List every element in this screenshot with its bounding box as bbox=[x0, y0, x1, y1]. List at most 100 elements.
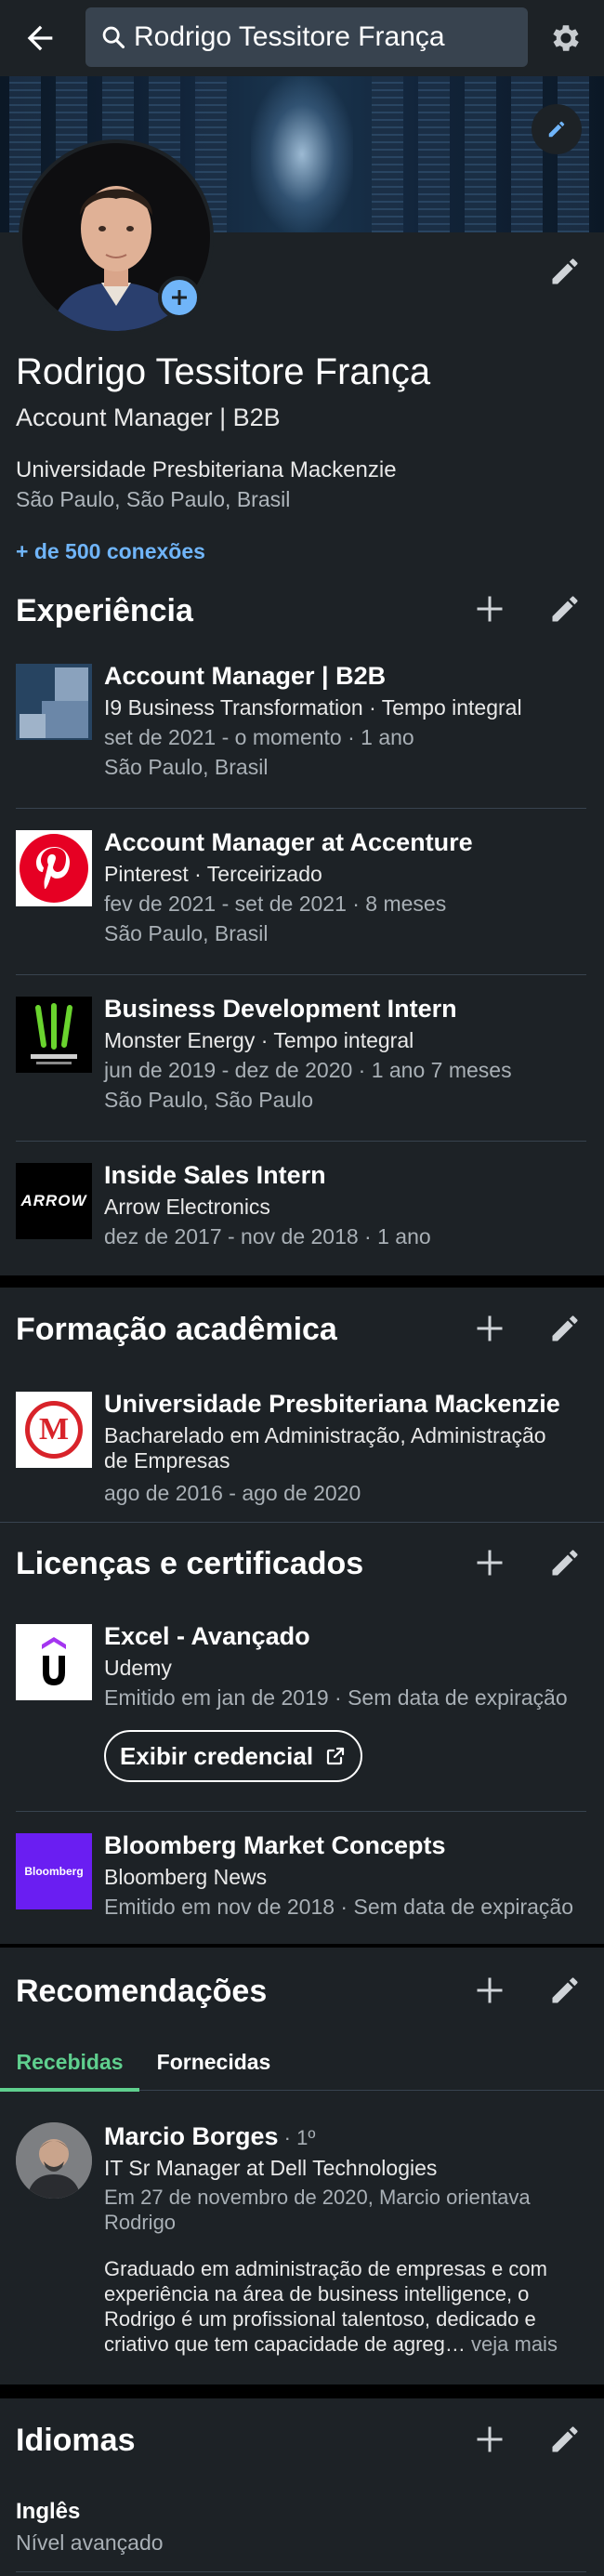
license-issuer: Bloomberg News bbox=[104, 1865, 268, 1889]
licenses-title: Licenças e certificados bbox=[16, 1546, 364, 1581]
plus-icon bbox=[172, 290, 187, 305]
education-degree: Bacharelado em Administração, Administra… bbox=[104, 1423, 546, 1447]
gear-icon bbox=[553, 25, 579, 51]
divider bbox=[16, 974, 586, 975]
see-more-link[interactable]: veja mais bbox=[466, 2332, 558, 2356]
education-dates: ago de 2016 - ago de 2020 bbox=[104, 1481, 361, 1505]
edit-education-button[interactable] bbox=[543, 1306, 587, 1351]
arrow-left-icon bbox=[27, 25, 53, 51]
edit-banner-button[interactable] bbox=[532, 104, 582, 154]
profile-name: Rodrigo Tessitore França bbox=[16, 351, 431, 392]
pencil-icon bbox=[552, 1550, 578, 1576]
recommender-name: Marcio Borges · 1º bbox=[104, 2122, 316, 2150]
plus-icon bbox=[477, 1550, 503, 1576]
pencil-icon bbox=[552, 258, 578, 284]
settings-button[interactable] bbox=[545, 17, 587, 59]
pencil-icon bbox=[548, 121, 565, 138]
recommendations-title: Recomendações bbox=[16, 1974, 268, 2009]
education-title: Formação acadêmica bbox=[16, 1312, 337, 1347]
profile-location: São Paulo, São Paulo, Brasil bbox=[16, 487, 291, 511]
plus-icon bbox=[477, 596, 503, 622]
experience-company: Arrow Electronics bbox=[104, 1195, 270, 1219]
tab-given[interactable]: Fornecidas bbox=[139, 2033, 288, 2091]
edit-licenses-button[interactable] bbox=[543, 1540, 587, 1585]
monster-logo bbox=[16, 997, 92, 1073]
pencil-icon bbox=[552, 1315, 578, 1341]
language-level: Nível avançado bbox=[16, 2530, 164, 2555]
pencil-icon bbox=[552, 1977, 578, 2003]
mackenzie-logo: M bbox=[16, 1392, 92, 1468]
experience-dates: fev de 2021 - set de 2021 · 8 meses bbox=[104, 892, 447, 916]
recommender-avatar bbox=[16, 2122, 92, 2199]
experience-location: São Paulo, Brasil bbox=[104, 755, 269, 779]
back-button[interactable] bbox=[19, 17, 61, 59]
profile-school[interactable]: Universidade Presbiteriana Mackenzie bbox=[16, 457, 397, 483]
license-issued: Emitido em jan de 2019 · Sem data de exp… bbox=[104, 1685, 568, 1710]
bloomberg-logo: Bloomberg bbox=[16, 1833, 92, 1909]
external-link-icon bbox=[326, 1747, 345, 1765]
experience-location: São Paulo, Brasil bbox=[104, 921, 269, 945]
divider bbox=[16, 1141, 586, 1142]
plus-icon bbox=[477, 2426, 503, 2452]
experience-location: São Paulo, São Paulo bbox=[104, 1088, 314, 1112]
recommendation-context-cont: Rodrigo bbox=[104, 2211, 177, 2234]
plus-icon bbox=[477, 1977, 503, 2003]
top-bar: Rodrigo Tessitore França bbox=[0, 0, 604, 76]
experience-dates: jun de 2019 - dez de 2020 · 1 ano 7 mese… bbox=[104, 1058, 512, 1082]
license-issuer: Udemy bbox=[104, 1656, 172, 1680]
add-photo-button[interactable] bbox=[158, 276, 201, 319]
experience-company: Monster Energy · Tempo integral bbox=[104, 1028, 414, 1052]
experience-job-title: Business Development Intern bbox=[104, 995, 457, 1023]
recommender-role: IT Sr Manager at Dell Technologies bbox=[104, 2156, 438, 2180]
plus-icon bbox=[477, 1315, 503, 1341]
license-issued: Emitido em nov de 2018 · Sem data de exp… bbox=[104, 1895, 574, 1919]
edit-languages-button[interactable] bbox=[543, 2417, 587, 2462]
search-icon bbox=[93, 24, 134, 50]
languages-title: Idiomas bbox=[16, 2423, 136, 2458]
experience-job-title: Account Manager at Accenture bbox=[104, 828, 473, 856]
pencil-icon bbox=[552, 596, 578, 622]
search-query: Rodrigo Tessitore França bbox=[134, 21, 445, 52]
education-degree-cont: de Empresas bbox=[104, 1448, 230, 1473]
license-name: Bloomberg Market Concepts bbox=[104, 1831, 446, 1859]
pencil-icon bbox=[552, 2426, 578, 2452]
experience-job-title: Account Manager | B2B bbox=[104, 662, 387, 690]
experience-title: Experiência bbox=[16, 593, 193, 628]
edit-intro-button[interactable] bbox=[543, 249, 587, 294]
profile-card: Rodrigo Tessitore França Account Manager… bbox=[0, 76, 604, 1275]
recommendations-card: Recomendações Recebidas Fornecidas Marci… bbox=[0, 1948, 604, 2384]
recommendation-text: Graduado em administração de empresas e … bbox=[104, 2257, 558, 2356]
experience-dates: set de 2021 - o momento · 1 ano bbox=[104, 725, 414, 749]
search-input[interactable]: Rodrigo Tessitore França bbox=[85, 7, 528, 67]
add-education-button[interactable] bbox=[467, 1306, 512, 1351]
divider bbox=[0, 1522, 604, 1523]
experience-company: I9 Business Transformation · Tempo integ… bbox=[104, 695, 522, 720]
show-credential-label: Exibir credencial bbox=[119, 1741, 314, 1770]
show-credential-button[interactable]: Exibir credencial bbox=[104, 1730, 362, 1782]
education-licenses-card: Formação acadêmica M Universidade Presbi… bbox=[0, 1288, 604, 1944]
tab-received[interactable]: Recebidas bbox=[0, 2033, 139, 2092]
divider bbox=[16, 808, 586, 809]
i9-logo bbox=[16, 664, 92, 740]
pinterest-logo bbox=[16, 830, 92, 906]
udemy-logo bbox=[16, 1624, 92, 1700]
experience-job-title: Inside Sales Intern bbox=[104, 1161, 326, 1189]
languages-card: Idiomas Inglês Nível avançado bbox=[0, 2398, 604, 2576]
add-language-button[interactable] bbox=[467, 2417, 512, 2462]
profile-headline: Account Manager | B2B bbox=[16, 403, 281, 431]
divider bbox=[16, 2571, 586, 2572]
add-experience-button[interactable] bbox=[467, 587, 512, 631]
license-name: Excel - Avançado bbox=[104, 1622, 310, 1650]
add-license-button[interactable] bbox=[467, 1540, 512, 1585]
divider bbox=[16, 1811, 586, 1812]
arrow-logo: ARROW bbox=[16, 1163, 92, 1239]
add-recommendation-button[interactable] bbox=[467, 1968, 512, 2013]
experience-company: Pinterest · Terceirizado bbox=[104, 862, 322, 886]
recommendations-tabs: Recebidas Fornecidas bbox=[0, 2033, 604, 2092]
connections-link[interactable]: + de 500 conexões bbox=[16, 539, 205, 564]
education-school: Universidade Presbiteriana Mackenzie bbox=[104, 1390, 560, 1418]
language-name: Inglês bbox=[16, 2499, 81, 2524]
edit-experience-button[interactable] bbox=[543, 587, 587, 631]
edit-recommendations-button[interactable] bbox=[543, 1968, 587, 2013]
experience-dates: dez de 2017 - nov de 2018 · 1 ano bbox=[104, 1224, 431, 1248]
